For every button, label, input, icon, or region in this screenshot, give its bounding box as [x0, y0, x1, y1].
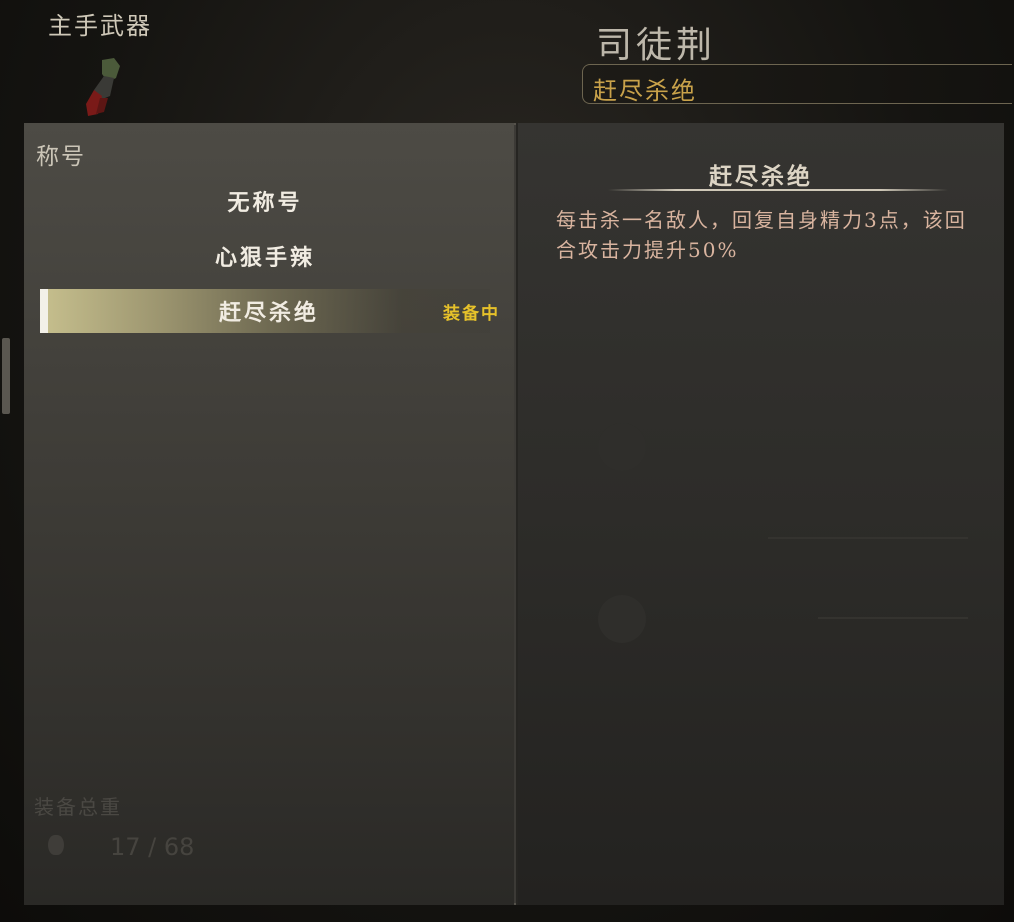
detail-divider: [608, 189, 948, 191]
title-item-label: 无称号: [227, 190, 303, 216]
background-ghost-circle: [598, 595, 646, 643]
title-dialog: 称号 无称号 心狠手辣 赶尽杀绝 装备中 装备总重 17 / 68 赶尽杀绝 每…: [24, 123, 1004, 905]
character-name: 司徒荆: [596, 25, 717, 66]
weight-label: 装备总重: [34, 795, 122, 819]
title-item-exterminate[interactable]: 赶尽杀绝 装备中: [40, 289, 498, 333]
current-title-text: 赶尽杀绝: [593, 77, 697, 105]
background-ghost-line: [818, 617, 968, 619]
background-ghost-circle: [598, 423, 646, 471]
title-item-none[interactable]: 无称号: [40, 179, 490, 223]
title-item-ruthless[interactable]: 心狠手辣: [40, 234, 490, 278]
detail-description: 每击杀一名敌人，回复自身精力3点，该回合攻击力提升50%: [556, 208, 967, 262]
scrollbar-handle[interactable]: [2, 338, 10, 414]
weapon-gauntlet-icon[interactable]: [80, 56, 130, 118]
weight-value: 17 / 68: [110, 833, 195, 861]
titles-list-panel: 称号 无称号 心狠手辣 赶尽杀绝 装备中 装备总重 17 / 68: [24, 123, 514, 905]
titles-section-label: 称号: [36, 144, 86, 170]
equipped-badge: 装备中: [443, 304, 500, 324]
background-ghost-line: [768, 537, 968, 539]
current-title-banner: 赶尽杀绝: [582, 64, 1012, 105]
weapon-slot-label: 主手武器: [48, 12, 152, 40]
detail-title: 赶尽杀绝: [709, 163, 813, 190]
title-item-label: 赶尽杀绝: [218, 300, 319, 326]
weight-icon: [48, 835, 64, 855]
title-detail-panel: 赶尽杀绝 每击杀一名敌人，回复自身精力3点，该回合攻击力提升50%: [516, 123, 1004, 905]
title-item-label: 心狠手辣: [214, 245, 315, 271]
